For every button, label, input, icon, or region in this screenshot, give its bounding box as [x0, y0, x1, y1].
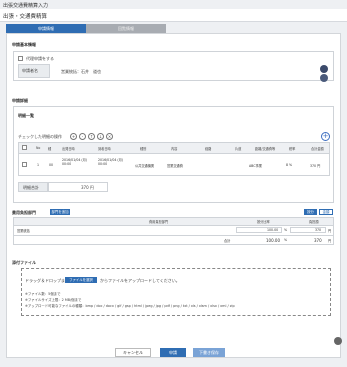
dept-amount-value: 370 — [315, 228, 322, 232]
cancel-button[interactable]: キャンセル — [115, 348, 151, 357]
dept-ratio-unit: % — [284, 228, 288, 232]
copy-icon[interactable]: + — [70, 133, 77, 140]
add-dept-button[interactable]: 部門を追加 — [50, 209, 70, 215]
col-oneway: 片道 — [235, 147, 242, 151]
col-depart: 出発日時 — [62, 147, 75, 151]
detail-total-label: 明細合計 — [23, 185, 39, 190]
dept-total-label: 合計 — [224, 239, 231, 243]
amount-button[interactable]: 金額 — [319, 209, 333, 215]
row-oneway: ABC事業 — [249, 164, 262, 168]
applicant-label-cell: 申請者名 — [18, 64, 50, 78]
page-title: 出張・交通費精算 — [3, 14, 48, 20]
dept-col-amount: 負担額 — [309, 220, 319, 224]
submit-button[interactable]: 申請 — [160, 348, 186, 357]
note-file-count: ※ファイル数：5個まで — [25, 292, 61, 296]
proxy-label: 代理申請をする — [26, 56, 54, 61]
select-file-button[interactable]: ファイルを選択 — [65, 277, 97, 283]
dept-col-ratio: 按分比率 — [257, 220, 270, 224]
dept-table-header — [14, 218, 333, 225]
col-kind-icon: 種 — [48, 147, 52, 151]
attach-section-title: 添付ファイル — [12, 260, 36, 265]
drop-suffix: からファイルをアップロードしてください。 — [100, 278, 180, 283]
proxy-checkbox[interactable] — [18, 56, 23, 61]
detail-total-value: 370 円 — [81, 185, 94, 190]
dept-table: 費用負担部門 按分比率 負担額 営業統括 100.00 % 370 円 合計 1… — [13, 217, 334, 245]
col-tax: 税率 — [289, 147, 296, 151]
note-file-types: ※アップロード可能なファイルの種類：bmp / doc / docx / gif… — [25, 304, 235, 308]
row-no: 1 — [37, 163, 40, 167]
row-content: 営業交通費 — [167, 164, 183, 168]
detail-section-title: 申請詳細 — [12, 98, 28, 103]
bulk-op-label: チェックした明細の操作 — [18, 134, 62, 139]
basic-info-box: 代理申請をする 申請者名 営業統括：石井 道也 — [13, 51, 334, 82]
tab-circulation-info[interactable]: 回覧情報 — [86, 24, 166, 33]
group-icon[interactable] — [320, 74, 328, 82]
basic-section-title: 申請基本情報 — [12, 42, 36, 47]
dept-amount-unit: 円 — [328, 229, 332, 233]
app-window: 出張交通費精算入力 出張・交通費精算 申請情報 回覧情報 申請基本情報 代理申請… — [0, 0, 347, 367]
form-card: 申請基本情報 代理申請をする 申請者名 営業統括：石井 道也 申請詳細 明細一覧… — [6, 33, 341, 358]
select-all-checkbox[interactable] — [22, 145, 27, 150]
col-distance: 距離/交通費等 — [255, 147, 276, 151]
detail-total-label-cell: 明細合計 — [18, 182, 48, 192]
col-route: 経路 — [205, 147, 212, 151]
detail-table: No 種 出発日時 到着日時 種別 内容 経路 片道 距離/交通費等 税率 合計… — [18, 142, 330, 176]
move-down-icon[interactable]: ↓ — [97, 133, 104, 140]
dept-total-ratio-unit: % — [284, 238, 288, 242]
row-arrive: 2016/01/04 (月) 00:00 — [98, 158, 124, 166]
detail-total-value-cell: 370 円 — [48, 182, 108, 192]
col-no: No — [36, 146, 41, 150]
equal-split-button[interactable]: 按分 — [304, 209, 317, 215]
list-title: 明細一覧 — [18, 113, 34, 118]
row-rate: 8 % — [286, 163, 293, 167]
col-amount: 合計金額 — [311, 147, 324, 151]
note-file-size: ※ファイルサイズ上限：2 MB/個まで — [25, 298, 82, 302]
row-type-icon: 00 — [49, 163, 54, 167]
col-type: 種別 — [140, 147, 147, 151]
delete-icon[interactable]: - — [79, 133, 86, 140]
dept-row-divider — [14, 225, 333, 226]
dept-total-amount-unit: 円 — [328, 239, 332, 243]
dept-total-amount: 370 — [314, 238, 322, 243]
dept-row-name: 営業統括 — [17, 229, 30, 233]
row-depart: 2016/01/04 (月) 00:00 — [62, 158, 88, 166]
dept-col-name: 費用負担部門 — [149, 220, 169, 224]
applicant-label: 申請者名 — [22, 68, 38, 73]
applicant-value: 営業統括：石井 道也 — [61, 69, 101, 74]
scroll-top-icon[interactable] — [334, 337, 342, 345]
dept-total-divider — [14, 235, 333, 236]
detail-box: 明細一覧 チェックした明細の操作 + - ↑ ↓ × + No 種 出発日時 到… — [13, 106, 334, 203]
row-checkbox[interactable] — [22, 162, 27, 167]
add-row-icon[interactable]: + — [321, 132, 330, 141]
page-header: 出張・交通費精算 — [0, 9, 347, 22]
dept-ratio-input[interactable]: 100.00 — [236, 227, 282, 233]
col-arrive: 到着日時 — [98, 147, 111, 151]
table-row-divider — [19, 153, 329, 154]
file-drop-zone[interactable]: ドラッグ＆ドロップまたは ファイルを選択 からファイルをアップロードしてください… — [21, 268, 331, 316]
dept-section-title: 費用負担部門 — [12, 210, 36, 215]
row-amount: 370 円 — [310, 164, 321, 168]
move-up-icon[interactable]: ↑ — [88, 133, 95, 140]
trash-icon[interactable]: × — [106, 133, 113, 140]
tab-bar: 申請情報 回覧情報 — [0, 24, 347, 33]
person-icon[interactable] — [320, 65, 328, 73]
tab-application-info[interactable]: 申請情報 — [6, 24, 86, 33]
row-kind: 公共交通機関 — [135, 164, 155, 168]
dept-amount-input[interactable]: 370 — [290, 227, 326, 233]
window-title: 出張交通費精算入力 — [3, 3, 49, 9]
col-content: 内容 — [171, 147, 178, 151]
save-draft-button[interactable]: 下書き保存 — [193, 348, 225, 357]
dept-total-ratio: 100.00 — [266, 238, 280, 243]
dept-ratio-value: 100.00 — [267, 228, 279, 232]
